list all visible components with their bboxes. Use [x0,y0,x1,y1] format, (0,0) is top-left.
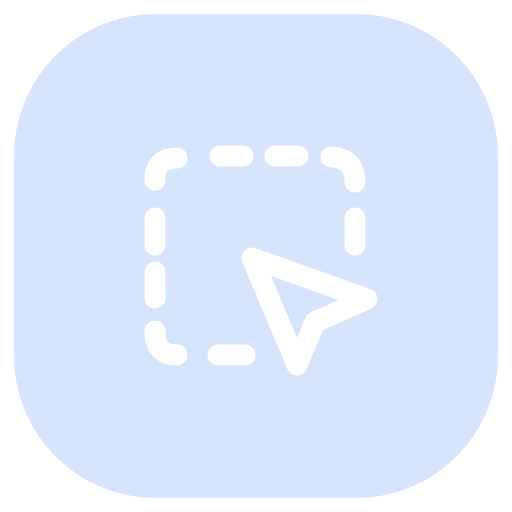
icon-canvas [0,0,512,512]
select-area-cursor-icon [144,145,378,376]
dashed-selection-corner-top-left [144,147,188,191]
dashed-selection-corner-top-right [320,146,366,193]
cursor-arrow-icon [241,247,378,376]
dashed-selection-corner-bottom-left [144,320,188,366]
